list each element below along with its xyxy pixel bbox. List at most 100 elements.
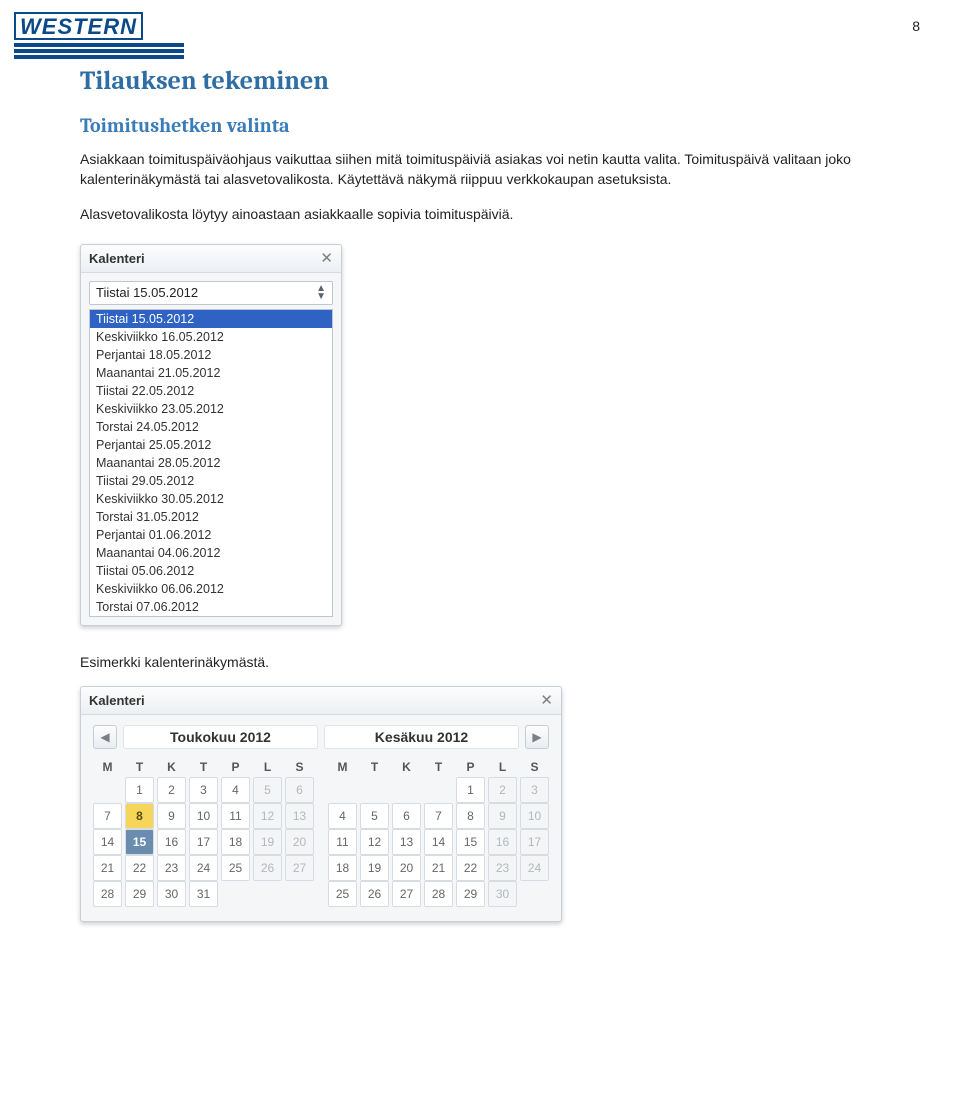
calendar-day[interactable]: 27 bbox=[285, 855, 314, 881]
calendar-day[interactable]: 22 bbox=[456, 855, 485, 881]
calendar-day[interactable]: 5 bbox=[360, 803, 389, 829]
date-option[interactable]: Maanantai 28.05.2012 bbox=[90, 454, 332, 472]
date-option[interactable]: Keskiviikko 06.06.2012 bbox=[90, 580, 332, 598]
calendar-day-empty bbox=[253, 881, 282, 907]
logo: WESTERN bbox=[14, 12, 184, 59]
page-number: 8 bbox=[912, 18, 920, 34]
calendar-day[interactable]: 3 bbox=[189, 777, 218, 803]
arrow-right-icon: ▶ bbox=[532, 730, 541, 744]
calendar-day[interactable]: 19 bbox=[253, 829, 282, 855]
date-option[interactable]: Torstai 07.06.2012 bbox=[90, 598, 332, 616]
calendar-day[interactable]: 23 bbox=[157, 855, 186, 881]
calendar-day[interactable]: 29 bbox=[456, 881, 485, 907]
calendar-day[interactable]: 17 bbox=[520, 829, 549, 855]
paragraph-intro: Asiakkaan toimituspäiväohjaus vaikuttaa … bbox=[80, 149, 880, 190]
calendar-day[interactable]: 4 bbox=[328, 803, 357, 829]
calendar-day[interactable]: 1 bbox=[125, 777, 154, 803]
calendar-day[interactable]: 12 bbox=[360, 829, 389, 855]
calendar-day[interactable]: 28 bbox=[424, 881, 453, 907]
calendar-day[interactable]: 24 bbox=[189, 855, 218, 881]
calendar-day[interactable]: 7 bbox=[424, 803, 453, 829]
calendar-day[interactable]: 3 bbox=[520, 777, 549, 803]
date-select[interactable]: Tiistai 15.05.2012 ▲▼ bbox=[89, 281, 333, 305]
calendar-day[interactable]: 5 bbox=[253, 777, 282, 803]
calendar-day-empty bbox=[93, 777, 122, 803]
date-option[interactable]: Perjantai 18.05.2012 bbox=[90, 346, 332, 364]
date-option-list[interactable]: Tiistai 15.05.2012Keskiviikko 16.05.2012… bbox=[89, 309, 333, 617]
calendar-day[interactable]: 18 bbox=[221, 829, 250, 855]
date-option[interactable]: Maanantai 04.06.2012 bbox=[90, 544, 332, 562]
calendar-day[interactable]: 26 bbox=[253, 855, 282, 881]
calendar-day[interactable]: 12 bbox=[253, 803, 282, 829]
date-option[interactable]: Tiistai 05.06.2012 bbox=[90, 562, 332, 580]
date-option[interactable]: Perjantai 01.06.2012 bbox=[90, 526, 332, 544]
date-option[interactable]: Maanantai 21.05.2012 bbox=[90, 364, 332, 382]
calendar-day[interactable]: 11 bbox=[221, 803, 250, 829]
calendar-day-empty bbox=[424, 777, 453, 803]
widget-title: Kalenteri bbox=[89, 251, 145, 266]
calendar-day[interactable]: 22 bbox=[125, 855, 154, 881]
date-option[interactable]: Keskiviikko 16.05.2012 bbox=[90, 328, 332, 346]
calendar-day[interactable]: 16 bbox=[157, 829, 186, 855]
calendar-day[interactable]: 29 bbox=[125, 881, 154, 907]
date-option[interactable]: Torstai 24.05.2012 bbox=[90, 418, 332, 436]
calendar-day[interactable]: 7 bbox=[93, 803, 122, 829]
calendar-day-empty bbox=[221, 881, 250, 907]
dow-header: T bbox=[360, 757, 389, 777]
next-month-button[interactable]: ▶ bbox=[525, 725, 549, 749]
month-label-right: Kesäkuu 2012 bbox=[324, 725, 519, 749]
calendar-day[interactable]: 2 bbox=[488, 777, 517, 803]
calendar-day[interactable]: 30 bbox=[157, 881, 186, 907]
calendar-day[interactable]: 26 bbox=[360, 881, 389, 907]
calendar-day[interactable]: 24 bbox=[520, 855, 549, 881]
calendar-day[interactable]: 10 bbox=[189, 803, 218, 829]
date-option[interactable]: Tiistai 15.05.2012 bbox=[90, 310, 332, 328]
calendar-day[interactable]: 18 bbox=[328, 855, 357, 881]
close-icon[interactable]: ✕ bbox=[540, 693, 553, 708]
calendar-day[interactable]: 11 bbox=[328, 829, 357, 855]
calendar-day[interactable]: 9 bbox=[157, 803, 186, 829]
calendar-day[interactable]: 15 bbox=[125, 829, 154, 855]
calendar-day[interactable]: 25 bbox=[221, 855, 250, 881]
calendar-day[interactable]: 14 bbox=[424, 829, 453, 855]
calendar-day[interactable]: 19 bbox=[360, 855, 389, 881]
calendar-day[interactable]: 6 bbox=[392, 803, 421, 829]
calendar-day[interactable]: 1 bbox=[456, 777, 485, 803]
calendar-day[interactable]: 2 bbox=[157, 777, 186, 803]
calendar-day[interactable]: 13 bbox=[392, 829, 421, 855]
close-icon[interactable]: ✕ bbox=[320, 251, 333, 266]
calendar-day[interactable]: 20 bbox=[285, 829, 314, 855]
arrow-left-icon: ◀ bbox=[100, 730, 109, 744]
calendar-day[interactable]: 27 bbox=[392, 881, 421, 907]
calendar-day[interactable]: 21 bbox=[424, 855, 453, 881]
calendar-day[interactable]: 8 bbox=[456, 803, 485, 829]
dow-header: K bbox=[392, 757, 421, 777]
date-option[interactable]: Keskiviikko 30.05.2012 bbox=[90, 490, 332, 508]
calendar-day[interactable]: 4 bbox=[221, 777, 250, 803]
dow-header: T bbox=[424, 757, 453, 777]
calendar-day[interactable]: 31 bbox=[189, 881, 218, 907]
calendar-day[interactable]: 23 bbox=[488, 855, 517, 881]
calendar-day[interactable]: 6 bbox=[285, 777, 314, 803]
calendar-day[interactable]: 28 bbox=[93, 881, 122, 907]
calendar-day[interactable]: 13 bbox=[285, 803, 314, 829]
calendar-day[interactable]: 8 bbox=[125, 803, 154, 829]
prev-month-button[interactable]: ◀ bbox=[93, 725, 117, 749]
calendar-day[interactable]: 9 bbox=[488, 803, 517, 829]
calendar-day[interactable]: 20 bbox=[392, 855, 421, 881]
calendar-day[interactable]: 25 bbox=[328, 881, 357, 907]
calendar-day[interactable]: 10 bbox=[520, 803, 549, 829]
date-option[interactable]: Tiistai 29.05.2012 bbox=[90, 472, 332, 490]
calendar-day[interactable]: 16 bbox=[488, 829, 517, 855]
calendar-day[interactable]: 30 bbox=[488, 881, 517, 907]
date-option[interactable]: Keskiviikko 23.05.2012 bbox=[90, 400, 332, 418]
calendar-day[interactable]: 21 bbox=[93, 855, 122, 881]
calendar-day[interactable]: 17 bbox=[189, 829, 218, 855]
date-select-value: Tiistai 15.05.2012 bbox=[96, 285, 198, 300]
date-option[interactable]: Tiistai 22.05.2012 bbox=[90, 382, 332, 400]
date-option[interactable]: Perjantai 25.05.2012 bbox=[90, 436, 332, 454]
calendar-day[interactable]: 14 bbox=[93, 829, 122, 855]
dow-header: T bbox=[125, 757, 154, 777]
date-option[interactable]: Torstai 31.05.2012 bbox=[90, 508, 332, 526]
calendar-day[interactable]: 15 bbox=[456, 829, 485, 855]
